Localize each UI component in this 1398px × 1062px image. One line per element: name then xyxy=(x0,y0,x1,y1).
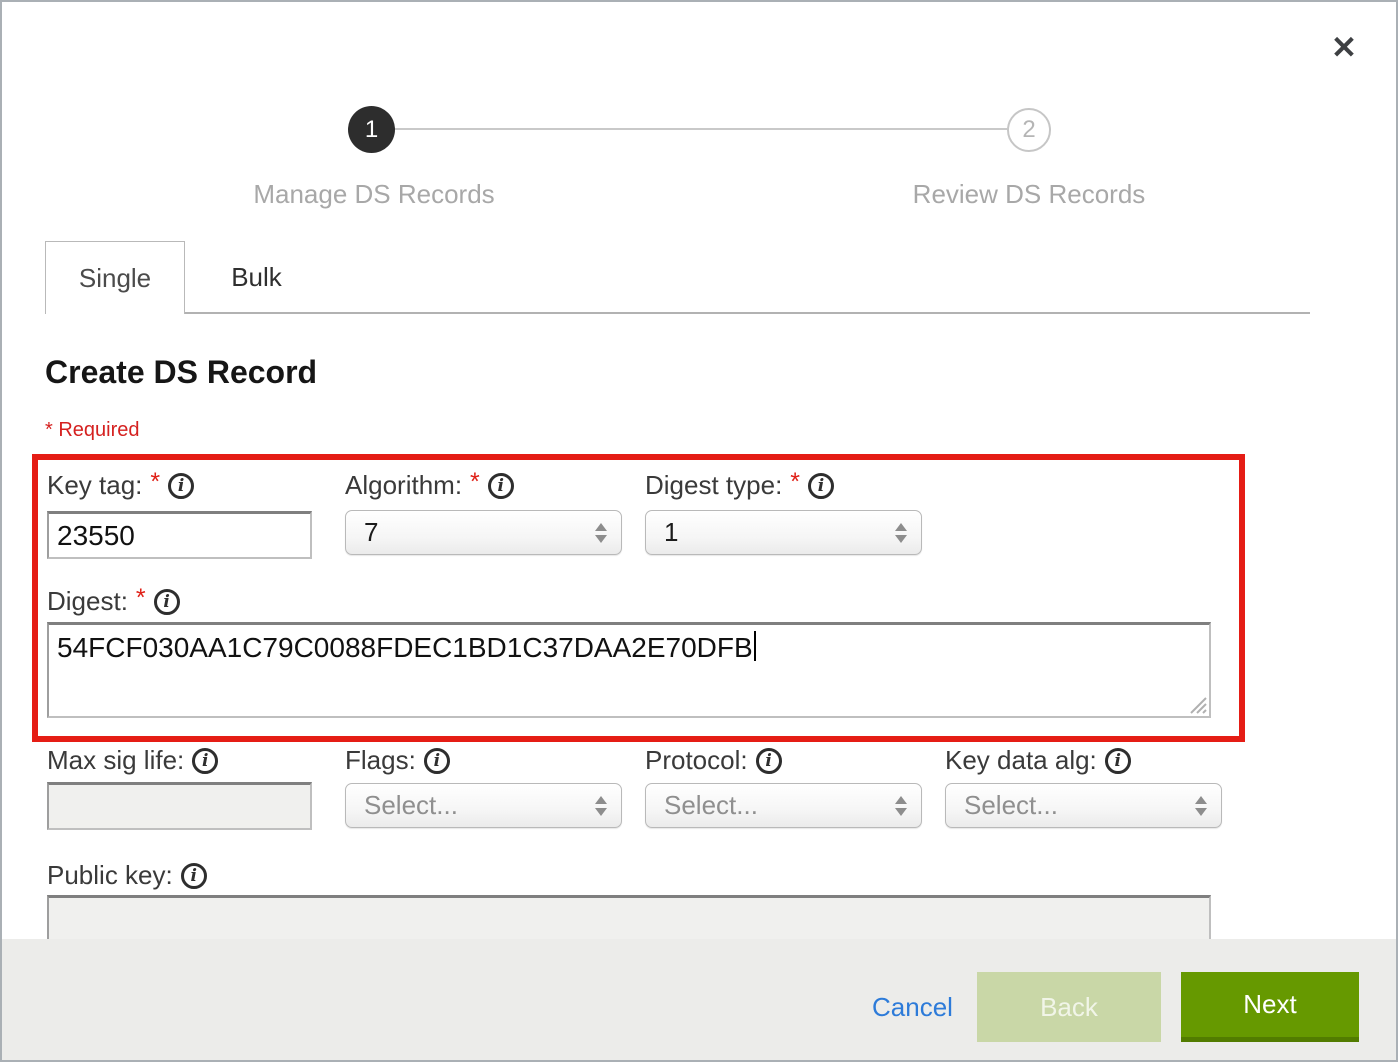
back-button[interactable]: Back xyxy=(977,972,1161,1042)
algorithm-select-value: 7 xyxy=(364,517,378,548)
digest-value: 54FCF030AA1C79C0088FDEC1BD1C37DAA2E70DFB xyxy=(57,632,753,663)
tab-bulk-label: Bulk xyxy=(231,262,282,293)
required-asterisk: * xyxy=(470,468,480,497)
info-icon[interactable]: i xyxy=(154,589,180,615)
info-icon[interactable]: i xyxy=(1105,748,1131,774)
text-caret xyxy=(754,631,756,661)
required-asterisk: * xyxy=(790,468,800,497)
key-tag-input[interactable] xyxy=(47,511,312,559)
flags-label: Flags: i xyxy=(345,745,450,776)
info-icon[interactable]: i xyxy=(756,748,782,774)
key-data-alg-select-value: Select... xyxy=(964,790,1058,821)
digest-textarea[interactable]: 54FCF030AA1C79C0088FDEC1BD1C37DAA2E70DFB xyxy=(47,622,1211,718)
stepper-step-2: 2 xyxy=(1007,108,1051,152)
key-tag-label: Key tag: * i xyxy=(47,470,194,501)
stepper-step-2-label: Review DS Records xyxy=(899,179,1159,210)
digest-type-select[interactable]: 1 xyxy=(645,510,922,555)
info-icon[interactable]: i xyxy=(808,473,834,499)
required-asterisk: * xyxy=(150,468,160,497)
flags-select[interactable]: Select... xyxy=(345,783,622,828)
stepper-connector-line xyxy=(395,128,1007,130)
next-button[interactable]: Next xyxy=(1181,972,1359,1042)
select-arrows-icon xyxy=(595,796,607,816)
tab-single[interactable]: Single xyxy=(45,241,185,314)
create-ds-record-modal: ✕ 1 2 Manage DS Records Review DS Record… xyxy=(0,0,1398,1062)
info-icon[interactable]: i xyxy=(424,748,450,774)
max-sig-life-input[interactable] xyxy=(47,782,312,830)
algorithm-select[interactable]: 7 xyxy=(345,510,622,555)
tab-bulk[interactable]: Bulk xyxy=(185,241,328,314)
footer: Cancel Back Next xyxy=(2,939,1396,1062)
stepper-step-1: 1 xyxy=(348,106,395,153)
resize-handle-icon[interactable] xyxy=(1187,694,1207,714)
public-key-label: Public key: i xyxy=(47,860,207,891)
select-arrows-icon xyxy=(895,796,907,816)
protocol-select-value: Select... xyxy=(664,790,758,821)
close-icon[interactable]: ✕ xyxy=(1324,28,1364,68)
tab-single-label: Single xyxy=(79,263,151,294)
max-sig-life-label: Max sig life: i xyxy=(47,745,218,776)
select-arrows-icon xyxy=(595,523,607,543)
required-asterisk: * xyxy=(136,584,146,613)
flags-select-value: Select... xyxy=(364,790,458,821)
required-note: * Required xyxy=(45,419,140,442)
info-icon[interactable]: i xyxy=(192,748,218,774)
key-data-alg-select[interactable]: Select... xyxy=(945,783,1222,828)
algorithm-label: Algorithm: * i xyxy=(345,470,514,501)
page-title: Create DS Record xyxy=(45,354,317,391)
info-icon[interactable]: i xyxy=(488,473,514,499)
digest-type-label: Digest type: * i xyxy=(645,470,834,501)
cancel-button[interactable]: Cancel xyxy=(872,972,953,1042)
info-icon[interactable]: i xyxy=(168,473,194,499)
digest-type-select-value: 1 xyxy=(664,517,678,548)
info-icon[interactable]: i xyxy=(181,863,207,889)
select-arrows-icon xyxy=(895,523,907,543)
tab-baseline-divider xyxy=(185,312,1310,314)
protocol-select[interactable]: Select... xyxy=(645,783,922,828)
digest-label: Digest: * i xyxy=(47,586,180,617)
stepper-step-1-label: Manage DS Records xyxy=(244,179,504,210)
stepper-step-1-number: 1 xyxy=(365,116,378,144)
protocol-label: Protocol: i xyxy=(645,745,782,776)
select-arrows-icon xyxy=(1195,796,1207,816)
key-data-alg-label: Key data alg: i xyxy=(945,745,1131,776)
stepper-step-2-number: 2 xyxy=(1022,116,1035,144)
